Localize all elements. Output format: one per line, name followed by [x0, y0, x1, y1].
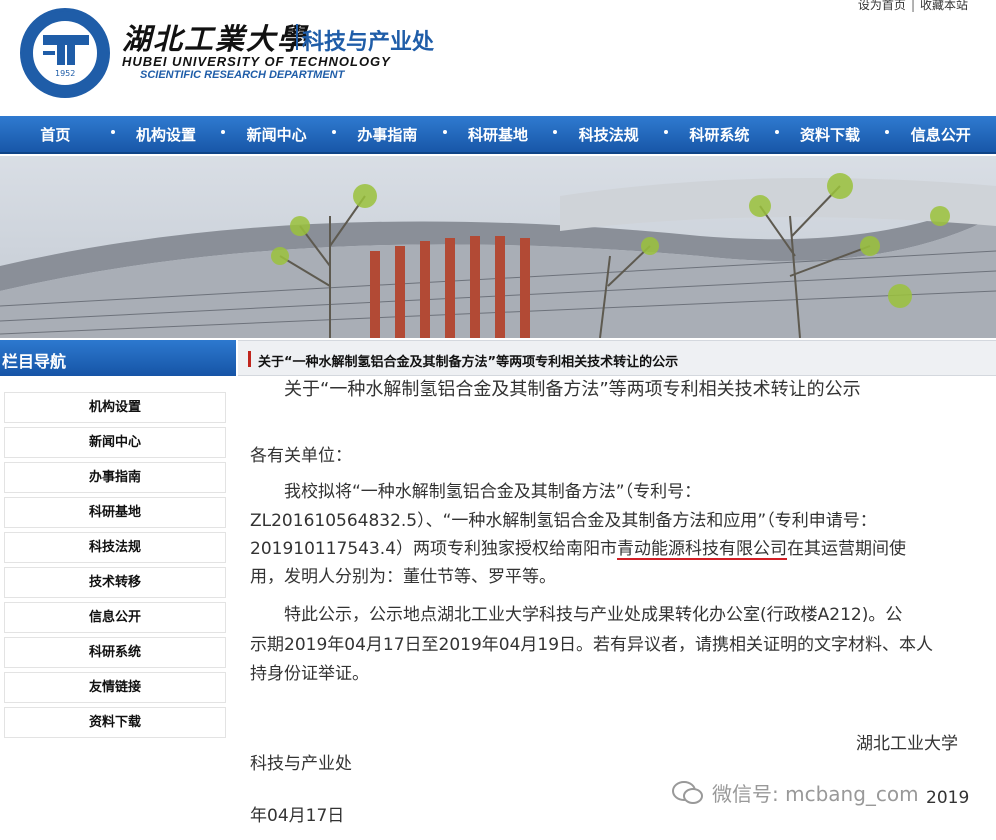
article-line-3: 201910117543.4）两项专利独家授权给南阳市青动能源科技有限公司在其运… — [250, 535, 906, 563]
nav-research-bases[interactable]: 科研基地 — [442, 124, 554, 145]
logo-year: 1952 — [55, 69, 76, 78]
top-links: 设为首页 | 收藏本站 — [858, 0, 968, 13]
watermark-text: 微信号: mcbang_com — [712, 782, 919, 806]
sidebar-item-links[interactable]: 友情链接 — [4, 672, 226, 703]
nav-downloads[interactable]: 资料下载 — [774, 124, 886, 145]
article-date-year: 2019 — [926, 788, 970, 808]
sidebar-nav: 机构设置 新闻中心 办事指南 科研基地 科技法规 技术转移 信息公开 科研系统 … — [4, 392, 226, 742]
logo-emblem-icon — [43, 35, 89, 65]
sidebar-item-tech-transfer[interactable]: 技术转移 — [4, 567, 226, 598]
company-name: 青动能源科技有限公司 — [617, 539, 788, 559]
sidebar-item-research-bases[interactable]: 科研基地 — [4, 497, 226, 528]
article-line-3-post: 在其运营期间使 — [787, 539, 907, 559]
article-signature-department: 科技与产业处 — [250, 754, 352, 774]
breadcrumb-text: 关于“一种水解制氢铝合金及其制备方法”等两项专利相关技术转让的公示 — [258, 355, 679, 370]
bookmark-link[interactable]: 收藏本站 — [920, 0, 968, 12]
article-line-1: 我校拟将“一种水解制氢铝合金及其制备方法”（专利号： — [250, 482, 702, 502]
site-header: 1952 湖北工業大學 科技与产业处 HUBEI UNIVERSITY OF T… — [0, 0, 996, 116]
header-divider — [296, 24, 298, 50]
breadcrumb-marker — [248, 351, 251, 367]
article-line-6: 示期2019年04月17日至2019年04月19日。若有异议者，请携相关证明的文… — [250, 635, 934, 655]
article-date: 年04月17日 — [250, 806, 345, 826]
nav-organization[interactable]: 机构设置 — [110, 124, 222, 145]
article-signature-university: 湖北工业大学 — [856, 734, 958, 754]
article-line-5: 特此公示，公示地点湖北工业大学科技与产业处成果转化办公室(行政楼A212)。公 — [250, 605, 903, 625]
sidebar-item-research-system[interactable]: 科研系统 — [4, 637, 226, 668]
set-homepage-link[interactable]: 设为首页 — [858, 0, 906, 12]
nav-guide[interactable]: 办事指南 — [332, 124, 443, 145]
breadcrumb: 关于“一种水解制氢铝合金及其制备方法”等两项专利相关技术转让的公示 — [238, 340, 996, 376]
sidebar-item-organization[interactable]: 机构设置 — [4, 392, 226, 423]
sidebar-item-info-disclosure[interactable]: 信息公开 — [4, 602, 226, 633]
campus-building-image — [0, 156, 996, 338]
sidebar-title: 栏目导航 — [0, 340, 236, 376]
department-name-cn: 科技与产业处 — [302, 30, 435, 55]
nav-info-disclosure[interactable]: 信息公开 — [885, 124, 996, 145]
nav-news[interactable]: 新闻中心 — [221, 124, 332, 145]
nav-regulations[interactable]: 科技法规 — [553, 124, 664, 145]
article-title: 关于“一种水解制氢铝合金及其制备方法”等两项专利相关技术转让的公示 — [284, 379, 861, 400]
top-links-separator: | — [910, 0, 915, 12]
campus-banner — [0, 156, 996, 338]
wechat-icon — [672, 780, 703, 804]
article-line-3-pre: 201910117543.4）两项专利独家授权给南阳市 — [250, 539, 618, 559]
main-nav: 首页 机构设置 新闻中心 办事指南 科研基地 科技法规 科研系统 资料下载 信息… — [0, 116, 996, 154]
sidebar-item-downloads[interactable]: 资料下载 — [4, 707, 226, 738]
wechat-watermark: 微信号: mcbang_com — [672, 778, 919, 807]
sidebar-item-guide[interactable]: 办事指南 — [4, 462, 226, 493]
nav-home[interactable]: 首页 — [0, 124, 111, 145]
article-salutation: 各有关单位： — [250, 446, 352, 466]
article-line-4: 用，发明人分别为：董仕节等、罗平等。 — [250, 567, 556, 587]
sidebar-item-news[interactable]: 新闻中心 — [4, 427, 226, 458]
university-name-cn: 湖北工業大學 — [122, 22, 309, 56]
article-line-7: 持身份证举证。 — [250, 664, 369, 684]
nav-research-system[interactable]: 科研系统 — [664, 124, 775, 145]
department-name-en: SCIENTIFIC RESEARCH DEPARTMENT — [140, 69, 345, 81]
university-name-en: HUBEI UNIVERSITY OF TECHNOLOGY — [122, 54, 391, 69]
article-line-2: ZL201610564832.5）、“一种水解制氢铝合金及其制备方法和应用”（专… — [250, 511, 877, 531]
university-logo[interactable]: 1952 — [20, 8, 110, 98]
sidebar-item-regulations[interactable]: 科技法规 — [4, 532, 226, 563]
